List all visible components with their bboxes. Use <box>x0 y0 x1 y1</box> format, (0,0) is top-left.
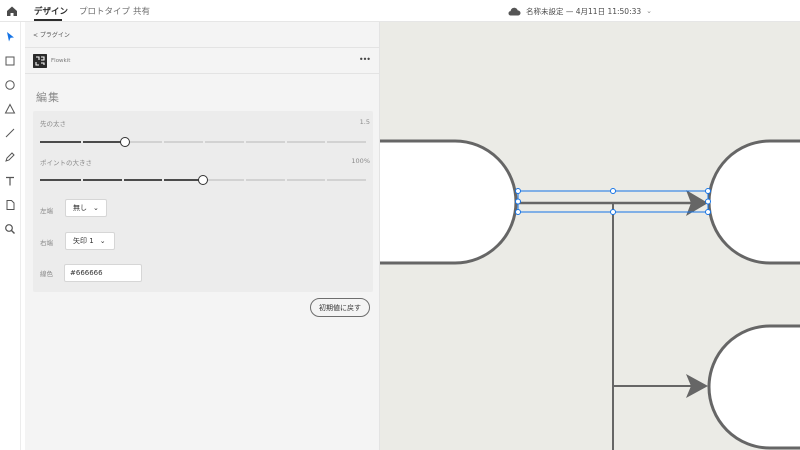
pen-icon <box>5 152 15 162</box>
slider-segment-gap <box>162 179 165 181</box>
cloud-icon <box>508 7 521 15</box>
zoom-tool[interactable] <box>3 222 17 236</box>
reset-defaults-button[interactable]: 初期値に戻す <box>310 298 370 317</box>
chevron-down-icon: ⌄ <box>99 237 106 245</box>
point-size-value: 100% <box>351 157 370 165</box>
slider-segment-gap <box>284 141 287 143</box>
line-width-label: 先の太さ <box>40 120 66 128</box>
section-title: 編集 <box>36 91 60 104</box>
tools-toolbar <box>0 22 21 450</box>
slider-thumb[interactable] <box>198 175 208 185</box>
canvas-drawing <box>380 139 800 450</box>
slider-segment-gap <box>325 179 328 181</box>
select-tool[interactable] <box>3 30 17 44</box>
plugins-back-link[interactable]: < プラグイン <box>33 30 70 39</box>
artboard-icon <box>6 200 15 210</box>
slider-segment-gap <box>284 179 287 181</box>
artboard-tool[interactable] <box>3 198 17 212</box>
tab-prototype[interactable]: プロトタイプ <box>79 5 130 17</box>
slider-segment-gap <box>243 141 246 143</box>
plugin-panel: < プラグイン Flowkit ••• 編集 先の太さ 1.5 ポイントの大きさ… <box>25 22 380 450</box>
rectangle-tool[interactable] <box>3 54 17 68</box>
right-end-label: 右端 <box>40 239 53 247</box>
chevron-down-icon: ⌄ <box>93 204 99 212</box>
active-tab-indicator <box>34 19 62 21</box>
slider-segment-gap <box>203 141 205 143</box>
slider-thumb[interactable] <box>119 137 130 147</box>
rectangle-icon <box>5 56 15 66</box>
polygon-icon <box>4 103 16 114</box>
text-icon <box>6 176 14 186</box>
ellipse-icon <box>5 80 15 90</box>
top-bar: デザイン プロトタイプ 共有 名称未設定 — 4月11日 11:50:33 ⌄ <box>0 0 800 22</box>
flow-node-left <box>380 139 518 265</box>
line-color-label: 線色 <box>40 270 53 278</box>
slider-segment-gap <box>325 141 328 143</box>
edit-settings-box: 先の太さ 1.5 ポイントの大きさ 100% 左端 無し ⌄ 右端 矢印 1 ⌄… <box>33 111 373 292</box>
flow-node-top-right <box>707 139 800 265</box>
ellipse-tool[interactable] <box>3 78 17 92</box>
slider-segment-gap <box>80 141 83 143</box>
more-options-button[interactable]: ••• <box>359 55 371 64</box>
plugin-name: Flowkit <box>51 58 71 64</box>
divider <box>25 47 380 48</box>
document-title: 名称未設定 — 4月11日 11:50:33 <box>526 6 642 16</box>
point-size-slider[interactable] <box>40 175 366 185</box>
home-icon[interactable] <box>5 4 19 18</box>
line-color-input[interactable]: #666666 <box>64 264 142 282</box>
polygon-tool[interactable] <box>3 102 17 116</box>
select-arrow-icon <box>7 32 14 42</box>
line-width-value: 1.5 <box>359 118 370 126</box>
pen-tool[interactable] <box>3 150 17 164</box>
right-end-select[interactable]: 矢印 1 ⌄ <box>65 232 115 250</box>
line-width-slider[interactable] <box>40 137 366 147</box>
text-tool[interactable] <box>3 174 17 188</box>
slider-segment-gap <box>121 179 124 181</box>
selection-handles <box>515 188 711 215</box>
line-tool[interactable] <box>3 126 17 140</box>
tab-share[interactable]: 共有 <box>133 5 150 17</box>
zoom-icon <box>5 224 15 234</box>
left-end-value: 無し <box>73 204 87 212</box>
left-end-select[interactable]: 無し ⌄ <box>65 199 107 217</box>
slider-segment-gap <box>162 141 165 143</box>
flow-node-bottom-right <box>707 324 800 450</box>
divider <box>25 73 380 74</box>
line-icon <box>5 128 15 138</box>
slider-segment-gap <box>243 179 246 181</box>
chevron-down-icon: ⌄ <box>646 7 653 15</box>
document-title-menu[interactable]: 名称未設定 — 4月11日 11:50:33 ⌄ <box>508 4 652 18</box>
flowkit-logo-icon <box>33 54 47 68</box>
left-end-label: 左端 <box>40 207 53 215</box>
right-end-value: 矢印 1 <box>73 237 94 245</box>
tab-design[interactable]: デザイン <box>34 5 68 17</box>
slider-segment-gap <box>80 179 83 181</box>
design-canvas[interactable] <box>380 22 800 450</box>
point-size-label: ポイントの大きさ <box>40 159 92 167</box>
